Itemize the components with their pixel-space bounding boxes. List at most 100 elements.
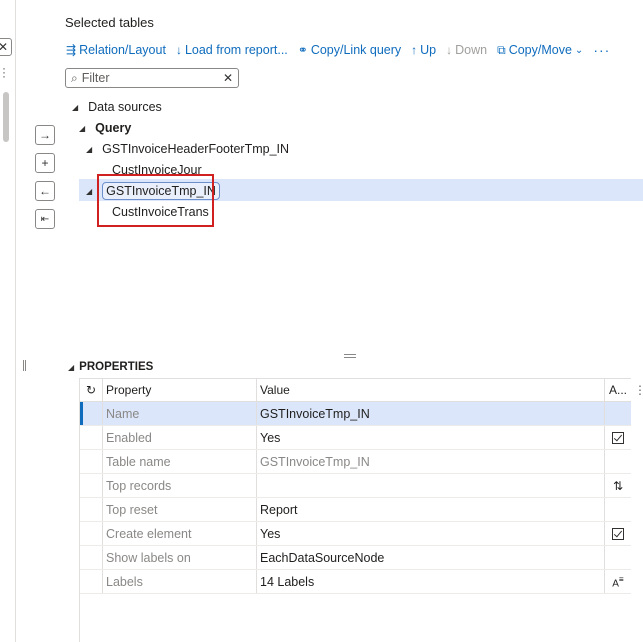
- grid-header-row: ↻ Property Value A...: [80, 378, 631, 402]
- filter-input[interactable]: [81, 71, 223, 85]
- row-selector[interactable]: [80, 402, 103, 425]
- table-row[interactable]: Table name GSTInvoiceTmp_IN: [80, 450, 631, 474]
- up-button[interactable]: ↑ Up: [411, 43, 436, 57]
- section-title: Selected tables: [65, 15, 154, 30]
- column-header-value[interactable]: Value: [257, 379, 605, 401]
- properties-grid: ↻ Property Value A... Name GSTInvoiceTmp…: [79, 378, 631, 594]
- expanded-triangle-icon[interactable]: ◢: [86, 145, 92, 154]
- tree-node-label: Data sources: [88, 100, 162, 114]
- column-options-icon[interactable]: ⋮: [634, 383, 643, 397]
- row-selector[interactable]: [80, 522, 103, 545]
- relation-layout-button[interactable]: ⇶ Relation/Layout: [66, 43, 166, 57]
- copy-link-query-button[interactable]: ⚭ Copy/Link query: [298, 43, 401, 57]
- move-left-button[interactable]: ←: [35, 181, 55, 201]
- row-action: [605, 498, 631, 521]
- down-button[interactable]: ↓ Down: [446, 43, 487, 57]
- property-value[interactable]: GSTInvoiceTmp_IN: [257, 402, 605, 425]
- property-name: Create element: [103, 522, 257, 545]
- expanded-triangle-icon[interactable]: ◢: [68, 363, 74, 372]
- left-strip: ✕ · · ·: [0, 0, 16, 642]
- table-row[interactable]: Labels 14 Labels A≡: [80, 570, 631, 594]
- arrow-left-icon: ←: [39, 184, 51, 198]
- translate-icon[interactable]: A≡: [612, 574, 624, 589]
- relation-layout-label: Relation/Layout: [79, 43, 166, 57]
- up-label: Up: [420, 43, 437, 57]
- link-icon: ⚭: [297, 43, 308, 57]
- property-name: Top records: [103, 474, 257, 497]
- download-icon: ↓: [175, 43, 182, 57]
- row-selector[interactable]: [80, 570, 103, 593]
- row-selector[interactable]: [80, 426, 103, 449]
- chevron-down-icon: ⌄: [574, 44, 584, 56]
- copy-move-button[interactable]: ⧉ Copy/Move ⌄: [497, 43, 583, 58]
- property-name: Show labels on: [103, 546, 257, 569]
- clear-icon[interactable]: ✕: [223, 71, 233, 85]
- checkbox-icon[interactable]: [612, 527, 624, 540]
- column-header-property[interactable]: Property: [103, 379, 257, 401]
- move-right-button[interactable]: →: [35, 125, 55, 145]
- tree-node-query[interactable]: ◢ Query: [79, 121, 131, 135]
- row-action[interactable]: ⇅: [605, 474, 631, 497]
- sort-icon[interactable]: ⇅: [613, 479, 623, 493]
- property-name: Name: [103, 402, 257, 425]
- property-name: Table name: [103, 450, 257, 473]
- down-label: Down: [455, 43, 488, 57]
- property-value[interactable]: Yes: [257, 426, 605, 449]
- properties-title: PROPERTIES: [79, 361, 154, 373]
- property-value[interactable]: 14 Labels: [257, 570, 605, 593]
- row-selector[interactable]: [80, 546, 103, 569]
- close-icon[interactable]: ✕: [0, 38, 12, 56]
- table-row[interactable]: Top records ⇅: [80, 474, 631, 498]
- property-value[interactable]: Yes: [257, 522, 605, 545]
- copy-link-query-label: Copy/Link query: [310, 43, 402, 57]
- table-row[interactable]: Create element Yes: [80, 522, 631, 546]
- row-action[interactable]: [605, 522, 631, 545]
- table-row[interactable]: Show labels on EachDataSourceNode: [80, 546, 631, 570]
- property-name: Top reset: [103, 498, 257, 521]
- row-action: [605, 402, 631, 425]
- pane-divider: [15, 0, 16, 642]
- row-selector[interactable]: [80, 450, 103, 473]
- copy-move-label: Copy/Move: [508, 43, 572, 57]
- more-options-button[interactable]: ···: [593, 42, 610, 58]
- scrollbar-thumb[interactable]: [3, 92, 9, 142]
- tree-node-label: GSTInvoiceHeaderFooterTmp_IN: [102, 142, 290, 156]
- search-icon: ⌕: [71, 70, 78, 85]
- table-row[interactable]: Name GSTInvoiceTmp_IN: [80, 402, 631, 426]
- table-row[interactable]: Top reset Report: [80, 498, 631, 522]
- property-name: Labels: [103, 570, 257, 593]
- remove-all-button[interactable]: ⇤: [35, 209, 55, 229]
- vertical-splitter-handle[interactable]: [23, 360, 26, 371]
- property-name: Enabled: [103, 426, 257, 449]
- tree-node-data-sources[interactable]: ◢ Data sources: [72, 100, 162, 114]
- property-value[interactable]: Report: [257, 498, 605, 521]
- add-button[interactable]: +: [35, 153, 55, 173]
- expanded-triangle-icon[interactable]: ◢: [72, 103, 78, 112]
- arrow-up-icon: ↑: [411, 43, 418, 57]
- property-value[interactable]: EachDataSourceNode: [257, 546, 605, 569]
- refresh-icon[interactable]: ↻: [80, 379, 103, 401]
- property-value: GSTInvoiceTmp_IN: [257, 450, 605, 473]
- arrow-down-icon: ↓: [446, 43, 453, 57]
- plus-icon: +: [41, 156, 49, 170]
- more-vertical-icon[interactable]: · · ·: [2, 62, 6, 82]
- row-action: [605, 546, 631, 569]
- row-action[interactable]: [605, 426, 631, 449]
- collapse-left-icon: ⇤: [40, 213, 50, 225]
- properties-header[interactable]: ◢ PROPERTIES: [68, 361, 153, 373]
- row-action[interactable]: A≡: [605, 570, 631, 593]
- row-selector[interactable]: [80, 474, 103, 497]
- table-row[interactable]: Enabled Yes: [80, 426, 631, 450]
- horizontal-splitter-handle[interactable]: [344, 354, 356, 358]
- column-header-a[interactable]: A...: [605, 379, 631, 401]
- load-from-report-button[interactable]: ↓ Load from report...: [176, 43, 288, 57]
- expanded-triangle-icon[interactable]: ◢: [79, 124, 85, 133]
- checkbox-icon[interactable]: [612, 431, 624, 444]
- highlight-annotation-box: [97, 174, 214, 227]
- tree-node-header-footer[interactable]: ◢ GSTInvoiceHeaderFooterTmp_IN: [86, 142, 289, 156]
- row-selector[interactable]: [80, 498, 103, 521]
- arrow-right-icon: →: [39, 128, 51, 142]
- property-value[interactable]: [257, 474, 605, 497]
- load-from-report-label: Load from report...: [184, 43, 288, 57]
- expanded-triangle-icon[interactable]: ◢: [86, 187, 92, 196]
